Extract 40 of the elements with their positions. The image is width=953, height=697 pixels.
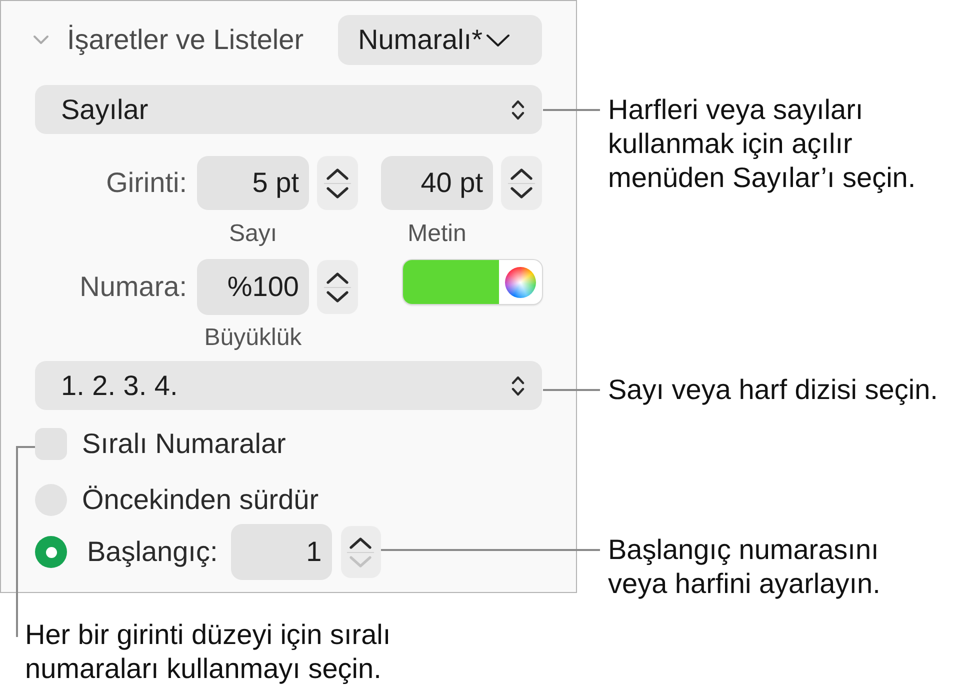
- chevron-up-down-icon: [511, 374, 525, 396]
- chevron-down-icon: [486, 34, 510, 46]
- list-style-popup[interactable]: Numaralı*: [338, 15, 542, 65]
- number-field[interactable]: 1: [230, 524, 332, 580]
- field-caption: Metin: [408, 220, 466, 248]
- number-field[interactable]: 40 pt: [381, 156, 493, 210]
- radio-button[interactable]: [35, 536, 67, 568]
- chevron-up-icon[interactable]: [510, 168, 533, 180]
- checkbox[interactable]: [35, 428, 67, 460]
- option-label: Öncekinden sürdür: [82, 484, 319, 516]
- color-wheel-icon[interactable]: [505, 266, 536, 298]
- chevron-down-icon[interactable]: [326, 186, 349, 198]
- chevron-down-icon[interactable]: [510, 186, 533, 198]
- stepper[interactable]: [317, 260, 358, 314]
- field-label: Girinti:: [106, 167, 187, 199]
- callout-text: Sayı veya harf dizisi seçin.: [608, 373, 938, 407]
- field-caption: Sayı: [228, 220, 278, 248]
- chevron-up-icon[interactable]: [349, 536, 372, 548]
- stepper[interactable]: [317, 156, 358, 210]
- color-well[interactable]: [403, 260, 542, 304]
- section-title: İşaretler ve Listeler: [67, 24, 304, 56]
- field-caption: Büyüklük: [204, 324, 302, 352]
- sequence-popup[interactable]: 1. 2. 3. 4.: [35, 361, 542, 410]
- option-label: Başlangıç:: [87, 536, 218, 568]
- number-field[interactable]: %100: [197, 259, 309, 315]
- chevron-up-icon[interactable]: [326, 272, 349, 284]
- stepper[interactable]: [340, 526, 381, 578]
- bullet-type-popup[interactable]: Sayılar: [35, 85, 542, 134]
- leader-line: [543, 109, 600, 111]
- stepper[interactable]: [501, 156, 542, 210]
- callout-text: Her bir girinti düzeyi için sıralı numaraları kullanmayı seçin.: [25, 618, 392, 686]
- callout-text: Başlangıç numarasını veya harfini ayarlayın.: [608, 533, 882, 601]
- chevron-up-down-icon: [511, 98, 525, 120]
- number-field[interactable]: 5 pt: [197, 156, 309, 210]
- option-label: Sıralı Numaralar: [82, 428, 286, 460]
- callout-text: Harfleri veya sayıları kullanmak için açılır menüden Sayılar’ı seçin.: [608, 93, 917, 195]
- field-label: Numara:: [80, 271, 187, 303]
- chevron-up-icon[interactable]: [326, 168, 349, 180]
- leader-line: [543, 389, 600, 391]
- chevron-down-icon[interactable]: [326, 290, 349, 302]
